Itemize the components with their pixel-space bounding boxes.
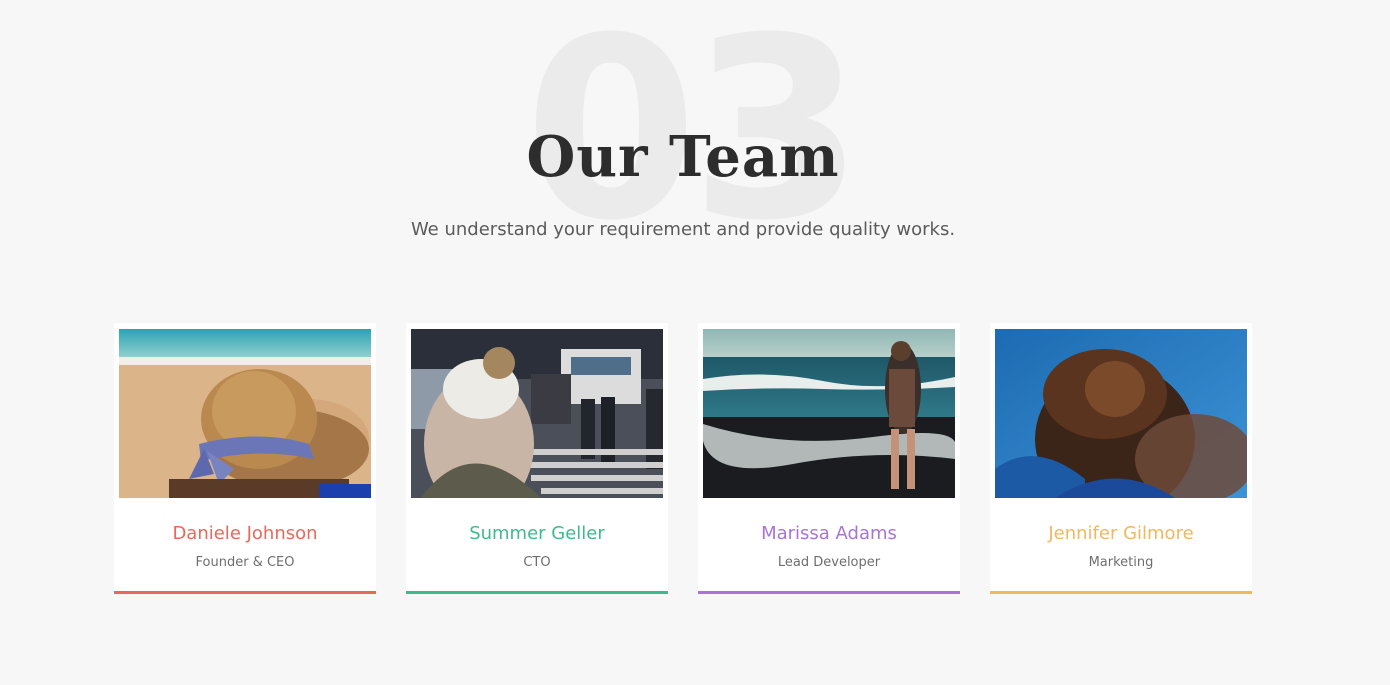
team-member-role: Marketing [1088, 555, 1154, 570]
team-member-name[interactable]: Marissa Adams [698, 522, 960, 546]
section-subtitle: We understand your requirement and provi… [410, 219, 956, 240]
team-card[interactable]: Summer Geller CTO [406, 323, 668, 594]
accent-bar [406, 591, 668, 594]
team-member-name[interactable]: Summer Geller [406, 522, 668, 546]
team-member-name[interactable]: Daniele Johnson [114, 522, 376, 546]
team-card[interactable]: Daniele Johnson Founder & CEO [114, 323, 376, 594]
team-card[interactable]: Marissa Adams Lead Developer [698, 323, 960, 594]
team-card[interactable]: Jennifer Gilmore Marketing [990, 323, 1252, 594]
team-member-photo [703, 329, 955, 498]
team-member-name[interactable]: Jennifer Gilmore [990, 522, 1252, 546]
team-member-role: Lead Developer [777, 555, 881, 570]
accent-bar [698, 591, 960, 594]
section-title: Our Team [526, 124, 840, 190]
team-member-role: Founder & CEO [195, 555, 295, 570]
team-member-photo [995, 329, 1247, 498]
accent-bar [114, 591, 376, 594]
team-member-role: CTO [523, 555, 551, 570]
team-section: 03 Our Team We understand your requireme… [0, 0, 1390, 685]
team-member-photo [119, 329, 371, 498]
team-member-photo [411, 329, 663, 498]
accent-bar [990, 591, 1252, 594]
